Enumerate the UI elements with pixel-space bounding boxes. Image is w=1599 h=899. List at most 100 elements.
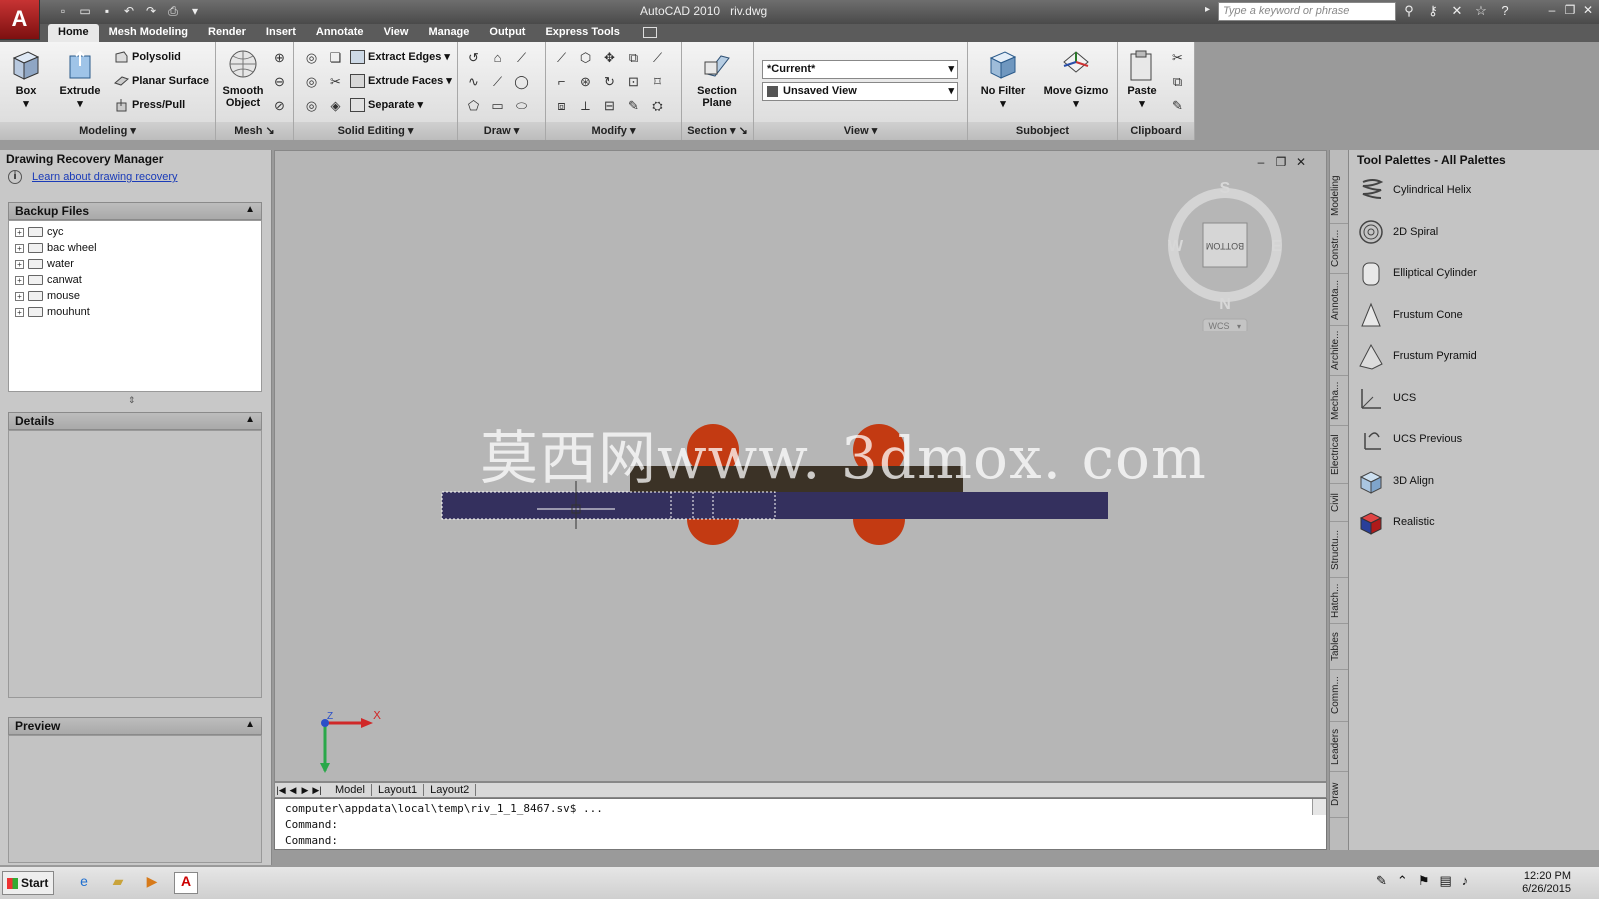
ribbon-tab-insert[interactable]: Insert bbox=[256, 24, 306, 42]
expand-icon[interactable]: + bbox=[15, 227, 24, 237]
clipboard-panel-label[interactable]: Clipboard bbox=[1118, 122, 1194, 140]
mesh-uncrease-icon[interactable]: ⊘ bbox=[270, 96, 289, 115]
collapse-caret-icon[interactable]: ▲ bbox=[245, 414, 255, 425]
palette-tool-ucs[interactable]: UCS bbox=[1357, 382, 1416, 414]
new-file-icon[interactable]: ▫ bbox=[54, 3, 72, 20]
view-panel-label[interactable]: View ▾ bbox=[754, 122, 967, 140]
scale-icon[interactable]: ⊡ bbox=[624, 72, 643, 91]
no-filter-button[interactable]: No Filter ▾ bbox=[974, 48, 1032, 110]
command-scrollbar[interactable] bbox=[1312, 799, 1326, 815]
details-header[interactable]: Details ▲ bbox=[8, 412, 262, 430]
ribbon-tab-annotate[interactable]: Annotate bbox=[306, 24, 374, 42]
helix-icon[interactable]: ↺ bbox=[464, 48, 483, 67]
command-line[interactable]: computer\appdata\local\temp\riv_1_1_8467… bbox=[274, 798, 1327, 850]
binoculars-icon[interactable]: ⚲ bbox=[1400, 3, 1418, 19]
rectangle-icon[interactable]: ▭ bbox=[488, 96, 507, 115]
ribbon-tab-output[interactable]: Output bbox=[479, 24, 535, 42]
palette-tool-ucs-previous[interactable]: UCS Previous bbox=[1357, 423, 1462, 455]
redo-icon[interactable]: ↷ bbox=[142, 3, 160, 20]
tray-expand-icon[interactable]: ⌃ bbox=[1397, 873, 1408, 889]
palette-tab[interactable]: Constr... bbox=[1330, 224, 1348, 274]
union-icon[interactable]: ◎ bbox=[302, 48, 321, 67]
compass-north[interactable]: N bbox=[1219, 296, 1231, 313]
search-expand-icon[interactable]: ▸ bbox=[1205, 4, 1210, 15]
polygon-icon[interactable]: ⬠ bbox=[464, 96, 483, 115]
ribbon-minimize-icon[interactable] bbox=[643, 27, 657, 38]
layout-tab-layout1[interactable]: Layout1 bbox=[372, 784, 425, 796]
palette-tab[interactable]: Hatch... bbox=[1330, 578, 1348, 624]
palette-tab[interactable]: Electrical bbox=[1330, 426, 1348, 484]
collapse-caret-icon[interactable]: ▲ bbox=[245, 719, 255, 730]
qat-dropdown-icon[interactable]: ▾ bbox=[186, 3, 204, 20]
trim-icon[interactable]: ⟋ bbox=[552, 48, 571, 67]
palette-tool-cylindrical-helix[interactable]: Cylindrical Helix bbox=[1357, 174, 1471, 206]
preview-header[interactable]: Preview ▲ bbox=[8, 717, 262, 735]
ribbon-tab-express-tools[interactable]: Express Tools bbox=[535, 24, 629, 42]
box-button[interactable]: Box ▾ bbox=[6, 48, 46, 110]
chamfer-icon[interactable]: ⌑ bbox=[648, 72, 667, 91]
solid-editing-panel-label[interactable]: Solid Editing ▾ bbox=[294, 122, 457, 140]
visual-style-dropdown[interactable]: *Current* bbox=[762, 60, 958, 79]
spline-icon[interactable]: ∿ bbox=[464, 72, 483, 91]
expand-icon[interactable]: + bbox=[15, 275, 24, 285]
cut-icon[interactable]: ✂ bbox=[1168, 48, 1187, 67]
palette-tool-2d-spiral[interactable]: 2D Spiral bbox=[1357, 216, 1438, 248]
last-layout-icon[interactable]: ▶| bbox=[311, 785, 323, 796]
expand-icon[interactable]: + bbox=[15, 243, 24, 253]
align-icon[interactable]: ⟋ bbox=[648, 48, 667, 67]
modify-panel-label[interactable]: Modify ▾ bbox=[546, 122, 681, 140]
system-clock[interactable]: 12:20 PM 6/26/2015 bbox=[1522, 870, 1571, 896]
action-center-icon[interactable]: ✎ bbox=[1376, 873, 1387, 889]
layout-tab-layout2[interactable]: Layout2 bbox=[424, 784, 477, 796]
slice-icon[interactable]: ✂ bbox=[326, 72, 345, 91]
undo-icon[interactable]: ↶ bbox=[120, 3, 138, 20]
viewcube[interactable]: BOTTOM S N W E WCS ▾ bbox=[1165, 181, 1285, 331]
network-icon[interactable]: ▤ bbox=[1439, 873, 1451, 889]
next-layout-icon[interactable]: ▶ bbox=[299, 785, 311, 796]
3d-rotate-gizmo-icon[interactable]: ⊛ bbox=[576, 72, 595, 91]
palette-tab[interactable]: Structu... bbox=[1330, 522, 1348, 578]
palette-tool-elliptical-cylinder[interactable]: Elliptical Cylinder bbox=[1357, 257, 1477, 289]
palette-tab[interactable]: Civil bbox=[1330, 484, 1348, 522]
extract-edges-button[interactable]: Extract Edges ▾ bbox=[350, 50, 450, 65]
internet-explorer-icon[interactable]: e bbox=[72, 872, 96, 894]
ribbon-tab-view[interactable]: View bbox=[374, 24, 419, 42]
flag-icon[interactable]: ⚑ bbox=[1418, 873, 1430, 889]
backup-file-item[interactable]: + canwat bbox=[9, 272, 261, 288]
palette-tool-frustum-pyramid[interactable]: Frustum Pyramid bbox=[1357, 340, 1477, 372]
save-icon[interactable]: ▪ bbox=[98, 3, 116, 20]
3d-move-icon[interactable]: ✥ bbox=[600, 48, 619, 67]
ribbon-tab-home[interactable]: Home bbox=[48, 24, 99, 42]
planar-surface-button[interactable]: Planar Surface bbox=[114, 74, 209, 88]
backup-file-item[interactable]: + mouhunt bbox=[9, 304, 261, 320]
section-panel-label[interactable]: Section ▾ ↘ bbox=[682, 122, 753, 140]
application-menu-button[interactable]: A bbox=[0, 0, 40, 40]
minimize-icon[interactable]: – bbox=[1545, 3, 1559, 17]
mesh-crease-icon[interactable]: ⊖ bbox=[270, 72, 289, 91]
drawing-viewport[interactable]: – ❐ ✕ 莫西网www. 3dmox. com BOTTOM S N W E … bbox=[274, 150, 1327, 782]
draw-panel-label[interactable]: Draw ▾ bbox=[458, 122, 545, 140]
ribbon-tab-mesh-modeling[interactable]: Mesh Modeling bbox=[99, 24, 198, 42]
section-plane-button[interactable]: Section Plane bbox=[688, 48, 746, 109]
collapse-caret-icon[interactable]: ▲ bbox=[245, 204, 255, 215]
extrude-faces-button[interactable]: Extrude Faces ▾ bbox=[350, 74, 452, 89]
open-file-icon[interactable]: ▭ bbox=[76, 3, 94, 20]
line-icon[interactable]: ⟋ bbox=[512, 48, 531, 67]
3d-array-icon[interactable]: ⧉ bbox=[624, 48, 643, 67]
mesh-panel-label[interactable]: Mesh ↘ bbox=[216, 122, 293, 140]
palette-tab[interactable]: Annota... bbox=[1330, 274, 1348, 326]
layout-tab-model[interactable]: Model bbox=[329, 784, 372, 796]
volume-icon[interactable]: ♪ bbox=[1462, 873, 1469, 889]
backup-file-item[interactable]: + cyc bbox=[9, 224, 261, 240]
ribbon-tab-render[interactable]: Render bbox=[198, 24, 256, 42]
subobject-panel-label[interactable]: Subobject bbox=[968, 122, 1117, 140]
3d-rotate-icon[interactable]: ⬡ bbox=[576, 48, 595, 67]
taper-icon[interactable]: ◈ bbox=[326, 96, 345, 115]
named-view-dropdown[interactable]: Unsaved View bbox=[762, 82, 958, 101]
palette-tab[interactable]: Leaders bbox=[1330, 722, 1348, 772]
close-icon[interactable]: ✕ bbox=[1581, 3, 1595, 17]
press-pull-button[interactable]: Press/Pull bbox=[114, 98, 185, 112]
3d-align-tool-icon[interactable]: ⟂ bbox=[576, 96, 595, 115]
search-input[interactable]: Type a keyword or phrase bbox=[1218, 2, 1396, 21]
subscription-icon[interactable]: ⚷ bbox=[1424, 3, 1442, 19]
